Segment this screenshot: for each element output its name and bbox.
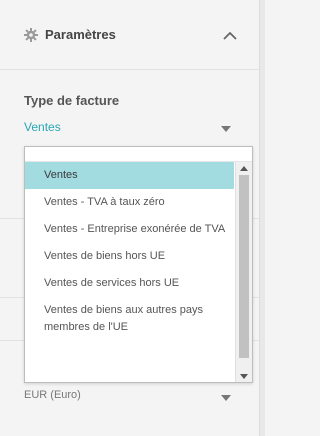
- settings-title: Paramètres: [45, 27, 116, 42]
- settings-panel: Paramètres Type de facture Ventes EUR (E…: [0, 0, 259, 436]
- dropdown-option-list: Ventes Ventes - TVA à taux zéro Ventes -…: [25, 162, 234, 341]
- scroll-down-arrow-icon[interactable]: [240, 374, 248, 379]
- currency-select[interactable]: EUR (Euro): [24, 389, 81, 401]
- dropdown-option[interactable]: Ventes: [25, 162, 234, 189]
- dropdown-option[interactable]: Ventes - Entreprise exonérée de TVA: [25, 216, 234, 243]
- scrollbar-thumb[interactable]: [239, 175, 249, 358]
- invoice-type-label: Type de facture: [24, 93, 120, 108]
- page-scrollbar[interactable]: [259, 0, 265, 436]
- scroll-up-arrow-icon[interactable]: [240, 166, 248, 171]
- dropdown-option[interactable]: Ventes - TVA à taux zéro: [25, 189, 234, 216]
- dropdown-search-input[interactable]: [25, 147, 252, 162]
- gear-icon: [24, 27, 38, 42]
- dropdown-arrow-icon[interactable]: [221, 395, 231, 401]
- settings-header[interactable]: Paramètres: [0, 0, 259, 70]
- dropdown-scrollbar[interactable]: [235, 162, 252, 382]
- dropdown-option[interactable]: Ventes de biens aux autres pays membres …: [25, 297, 234, 341]
- dropdown-option[interactable]: Ventes de services hors UE: [25, 270, 234, 297]
- dropdown-arrow-icon[interactable]: [221, 126, 231, 132]
- chevron-up-icon[interactable]: [223, 28, 237, 40]
- dropdown-option[interactable]: Ventes de biens hors UE: [25, 243, 234, 270]
- invoice-type-select[interactable]: Ventes: [24, 120, 61, 134]
- invoice-type-dropdown: Ventes Ventes - TVA à taux zéro Ventes -…: [24, 146, 253, 383]
